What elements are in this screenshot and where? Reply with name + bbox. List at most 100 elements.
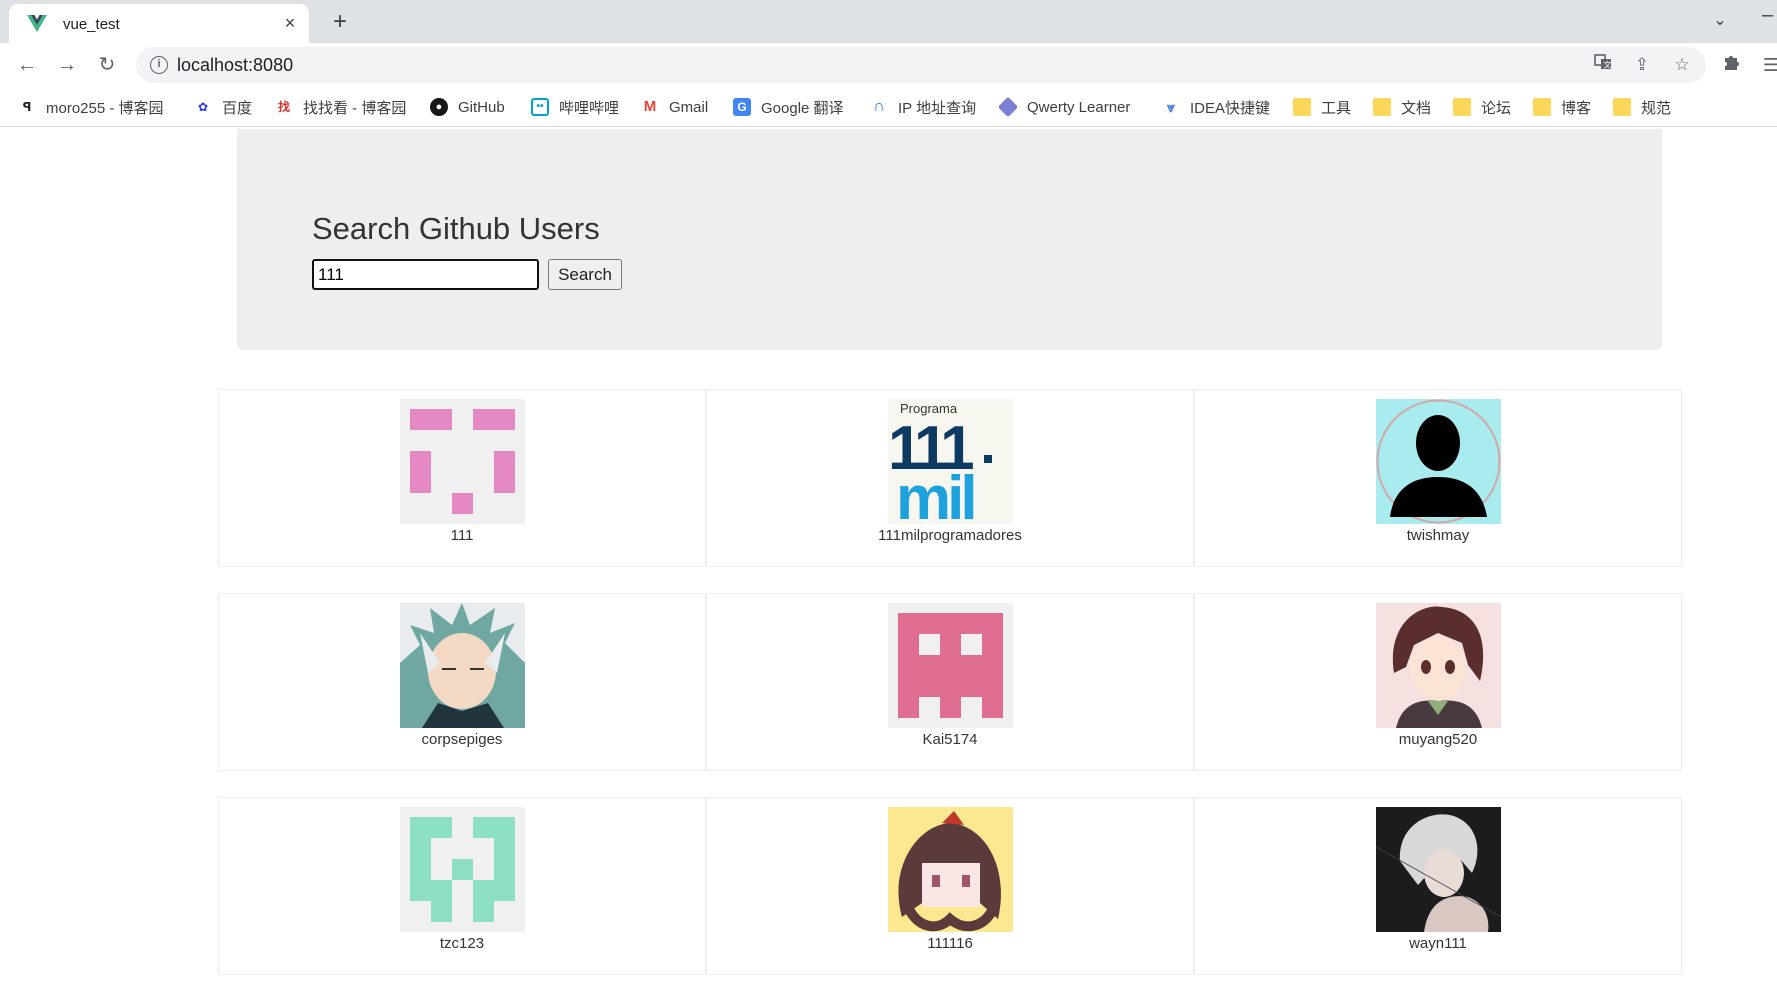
bookmark-folder[interactable]: 规范	[1613, 96, 1671, 118]
bookmark-folder[interactable]: 论坛	[1453, 96, 1511, 118]
pink-identicon-avatar	[400, 399, 525, 524]
anime-white-hair-avatar	[400, 603, 525, 728]
url-text[interactable]: localhost:8080	[177, 55, 293, 76]
user-avatar-link[interactable]	[400, 399, 525, 524]
qwerty-icon	[997, 96, 1019, 118]
user-avatar-link[interactable]: Programa 111 mil	[888, 399, 1013, 524]
bookmark-folder[interactable]: 工具	[1293, 96, 1351, 118]
user-login: corpsepiges	[421, 731, 503, 748]
forward-icon[interactable]: →	[52, 50, 82, 80]
new-tab-button[interactable]: +	[325, 7, 355, 37]
user-avatar-link[interactable]	[1376, 603, 1501, 728]
site-info-icon[interactable]: i	[150, 56, 168, 74]
search-jumbotron: Search Github Users Search	[237, 129, 1662, 350]
browser-tab[interactable]: vue_test ×	[9, 4, 309, 43]
reload-icon[interactable]: ↻	[92, 50, 122, 80]
extensions-puzzle-icon[interactable]	[1716, 50, 1746, 80]
bookmark-item[interactable]: M Gmail	[641, 96, 708, 118]
bookmark-label: 工具	[1321, 99, 1352, 117]
user-card: 111	[218, 389, 706, 567]
user-avatar-link[interactable]	[400, 807, 525, 932]
search-input[interactable]	[312, 259, 539, 290]
reading-list-icon[interactable]: ☰	[1756, 50, 1777, 80]
idea-icon: ⩔	[1167, 99, 1175, 115]
window-minimize-icon[interactable]: –	[1762, 4, 1777, 34]
silhouette-avatar	[1376, 399, 1501, 524]
user-login: muyang520	[1398, 731, 1478, 748]
folder-icon	[1613, 98, 1631, 116]
bookmark-label: IDEA快捷键	[1190, 99, 1271, 117]
tab-title: vue_test	[63, 16, 120, 33]
results-row: 111 Programa 111 mil 111milprogramadores	[218, 389, 1682, 567]
results-row: tzc123 111116 wayn111	[218, 797, 1682, 975]
bookmark-item[interactable]: ꟼ moro255 - 博客园	[18, 96, 164, 118]
user-login: 111	[450, 527, 474, 544]
svg-text:文: 文	[1604, 60, 1612, 70]
page-title: Search Github Users	[312, 211, 600, 246]
bookmark-folder[interactable]: 文档	[1373, 96, 1431, 118]
user-avatar-link[interactable]	[1376, 807, 1501, 932]
zhaozhaokan-icon: 找	[277, 100, 290, 114]
user-avatar-link[interactable]	[888, 603, 1013, 728]
user-login: twishmay	[1406, 527, 1470, 544]
cnblogs-icon: ꟼ	[22, 100, 32, 114]
ip-lookup-icon: ∩	[873, 98, 885, 115]
bookmark-item[interactable]: ● GitHub	[430, 96, 505, 118]
browser-toolbar: ← → ↻ i localhost:8080 文 ⇪ ☆ ☰	[0, 43, 1777, 87]
bilibili-icon: ••	[531, 98, 549, 116]
user-avatar-link[interactable]	[400, 603, 525, 728]
github-icon: ●	[430, 98, 448, 116]
folder-icon	[1373, 98, 1391, 116]
close-tab-icon[interactable]: ×	[279, 12, 301, 34]
bookmark-label: 规范	[1641, 99, 1672, 117]
user-card: 111116	[706, 797, 1194, 975]
translate-icon[interactable]: 文	[1591, 53, 1615, 77]
bookmark-item[interactable]: ∩ IP 地址查询	[870, 96, 976, 118]
bookmark-item[interactable]: 找 找找看 - 博客园	[275, 96, 406, 118]
baidu-icon: ✿	[197, 100, 209, 114]
user-login: 111116	[927, 935, 973, 952]
back-icon[interactable]: ←	[12, 50, 42, 80]
bookmark-label: 哔哩哔哩	[559, 99, 620, 117]
address-bar[interactable]: i localhost:8080 文 ⇪ ☆	[136, 47, 1706, 83]
search-button[interactable]: Search	[548, 259, 622, 290]
user-card: muyang520	[1194, 593, 1682, 771]
share-icon[interactable]: ⇪	[1630, 53, 1654, 77]
anime-boy-avatar	[1376, 603, 1501, 728]
user-login: Kai5174	[922, 731, 978, 748]
user-login: 111milprogramadores	[878, 527, 1022, 544]
anime-dark-avatar	[1376, 807, 1501, 932]
bookmark-label: GitHub	[458, 98, 505, 116]
vue-logo-icon	[27, 15, 47, 32]
user-card: corpsepiges	[218, 593, 706, 771]
user-card: twishmay	[1194, 389, 1682, 567]
bookmark-label: Qwerty Learner	[1027, 98, 1131, 116]
tab-search-chevron-icon[interactable]: ⌄	[1706, 7, 1734, 35]
bookmark-label: 找找看 - 博客园	[303, 99, 407, 117]
bookmark-label: 论坛	[1481, 99, 1512, 117]
results-row: corpsepiges Kai5174 muyang520	[218, 593, 1682, 771]
user-login: tzc123	[439, 935, 485, 952]
user-avatar-link[interactable]	[1376, 399, 1501, 524]
google-translate-icon: G	[733, 98, 751, 116]
red-identicon-avatar	[888, 603, 1013, 728]
bookmark-item[interactable]: ⩔ IDEA快捷键	[1162, 96, 1270, 118]
folder-icon	[1453, 98, 1471, 116]
bookmark-label: Google 翻译	[761, 99, 844, 117]
bookmark-star-icon[interactable]: ☆	[1670, 53, 1694, 77]
bookmark-label: 百度	[222, 99, 253, 117]
bookmark-label: Gmail	[669, 98, 709, 116]
bookmark-label: moro255 - 博客园	[46, 99, 164, 117]
bookmark-label: 博客	[1561, 99, 1592, 117]
user-avatar-link[interactable]	[888, 807, 1013, 932]
bookmarks-bar: ꟼ moro255 - 博客园 ✿ 百度 找 找找看 - 博客园 ● GitHu…	[0, 87, 1777, 127]
folder-icon	[1293, 98, 1311, 116]
user-card: wayn111	[1194, 797, 1682, 975]
bookmark-item[interactable]: G Google 翻译	[733, 96, 844, 118]
bookmark-item[interactable]: •• 哔哩哔哩	[531, 96, 619, 118]
bookmark-folder[interactable]: 博客	[1533, 96, 1591, 118]
bookmark-item[interactable]: ✿ 百度	[194, 96, 252, 118]
folder-icon	[1533, 98, 1551, 116]
bookmark-item[interactable]: Qwerty Learner	[997, 96, 1131, 118]
user-card: tzc123	[218, 797, 706, 975]
